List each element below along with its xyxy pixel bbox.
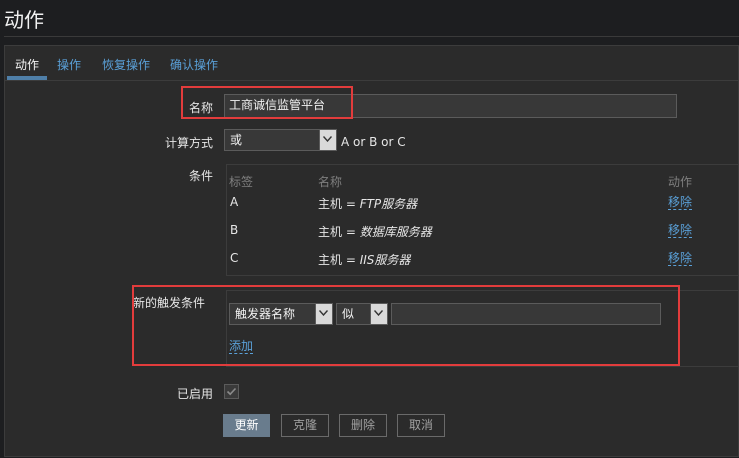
column-header-name: 名称 [318,175,343,189]
action-form-panel: 动作 操作 恢复操作 确认操作 名称 工商诚信监管平台 计算方式 或 A or … [4,45,739,457]
enabled-label: 已启用 [176,387,213,401]
condition-c-label: C [230,251,239,265]
active-tab-indicator [7,76,47,80]
tab-bar: 动作 操作 恢复操作 确认操作 [5,46,738,81]
highlight-new-condition [132,285,680,366]
conditions-label: 条件 [188,169,213,183]
delete-button[interactable]: 删除 [339,414,387,437]
column-header-label: 标签 [229,175,254,189]
conditions-table: 标签 名称 动作 A 主机 = FTP服务器 移除 B 主机 = 数据库服务器 … [226,164,739,276]
check-icon [226,387,237,396]
tab-action[interactable]: 动作 [15,56,39,73]
highlight-name-field [181,86,353,119]
condition-a-remove-link[interactable]: 移除 [668,195,693,210]
calc-type-label: 计算方式 [164,136,213,150]
calc-formula: A or B or C [341,135,406,149]
page-title: 动作 [4,8,44,32]
calc-type-select[interactable]: 或 [224,129,337,151]
title-divider [4,36,739,37]
calc-type-value: 或 [230,133,243,147]
tab-acknowledge-operations[interactable]: 确认操作 [170,56,218,73]
tab-operations[interactable]: 操作 [57,56,81,73]
condition-b-remove-link[interactable]: 移除 [668,223,693,238]
tab-recovery-operations[interactable]: 恢复操作 [102,56,150,73]
condition-a-name: 主机 = FTP服务器 [318,197,418,211]
column-header-action: 动作 [668,175,693,189]
enabled-checkbox[interactable] [224,384,239,399]
update-button[interactable]: 更新 [223,414,270,437]
condition-c-name: 主机 = IIS服务器 [318,253,411,267]
condition-b-name: 主机 = 数据库服务器 [318,225,432,239]
condition-c-remove-link[interactable]: 移除 [668,251,693,266]
condition-b-label: B [230,223,239,237]
clone-button[interactable]: 克隆 [281,414,329,437]
condition-a-label: A [230,195,239,209]
cancel-button[interactable]: 取消 [397,414,445,437]
chevron-down-icon[interactable] [319,130,336,150]
